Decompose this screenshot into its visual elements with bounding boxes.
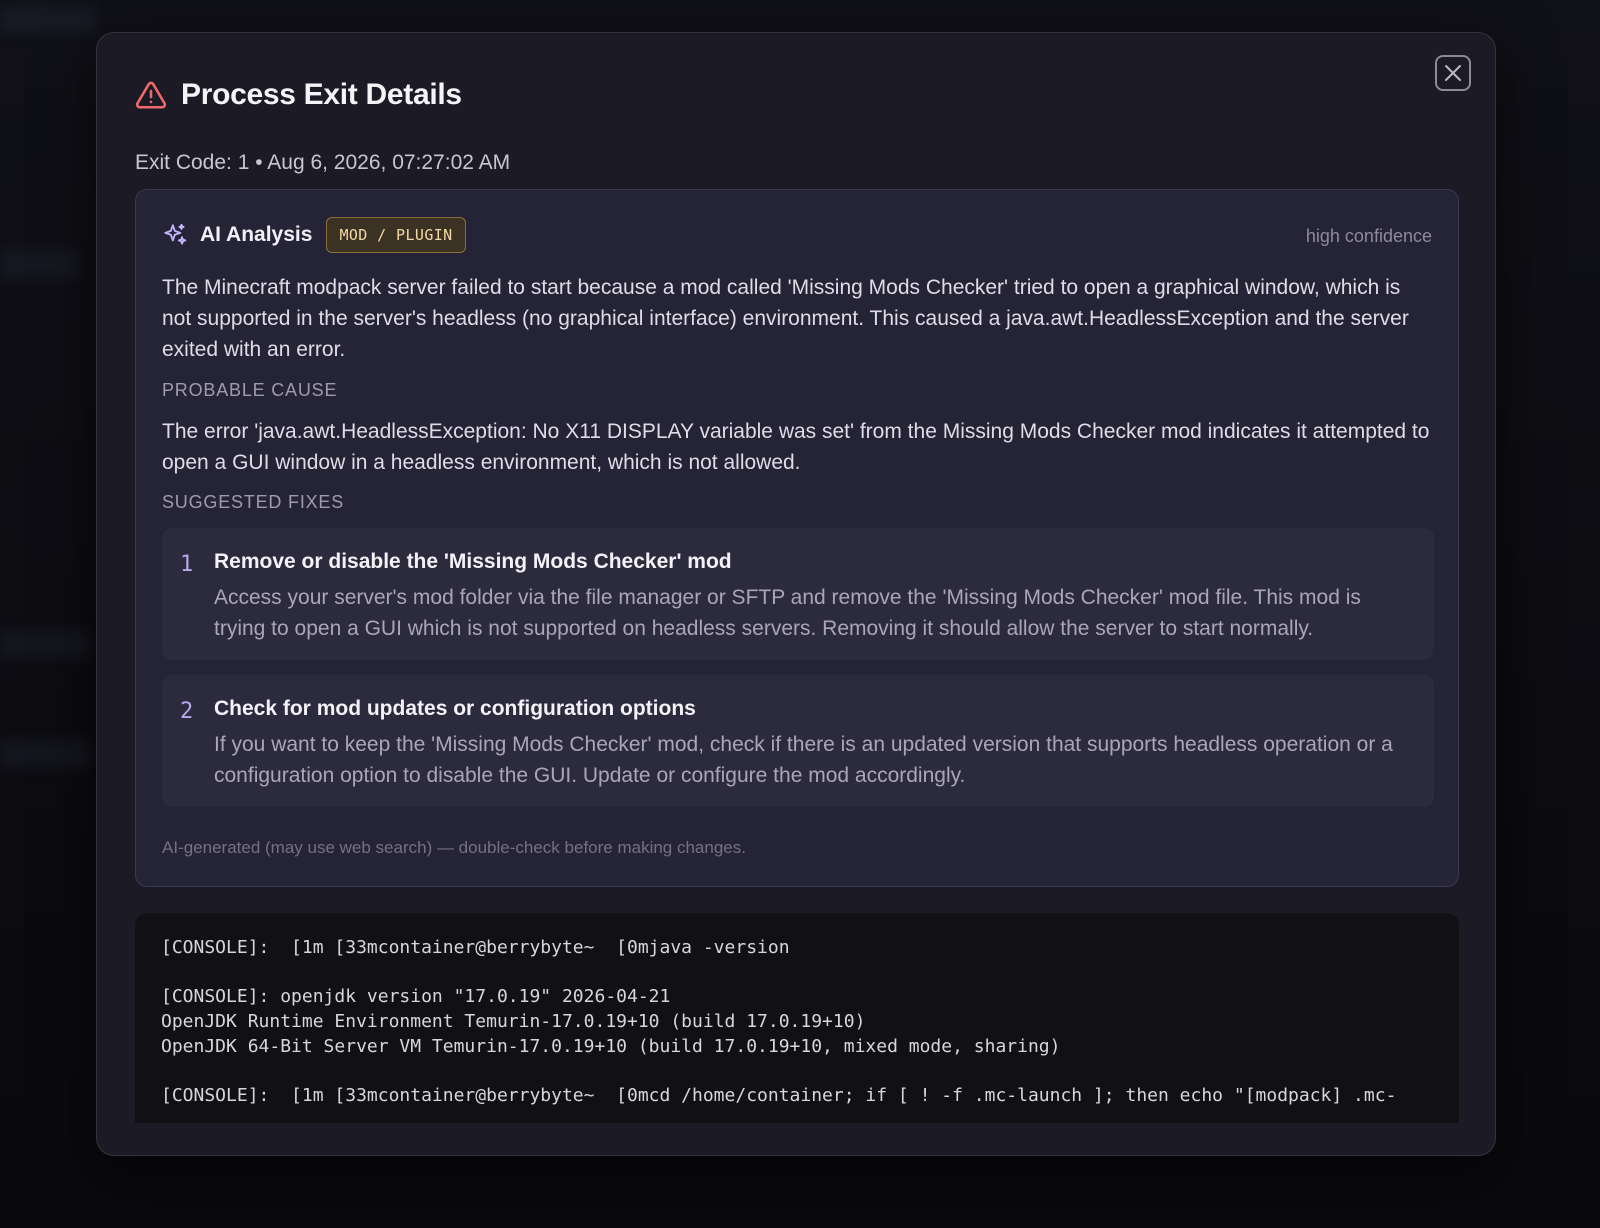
fix-number: 1 xyxy=(180,552,194,577)
probable-cause-label: PROBABLE CAUSE xyxy=(162,380,338,400)
fix-title: Check for mod updates or configuration o… xyxy=(214,697,696,720)
console-line: [CONSOLE]: [1m [33mcontainer@berrybyte~ … xyxy=(161,1085,1397,1106)
analysis-summary: The Minecraft modpack server failed to s… xyxy=(162,276,1409,361)
console-line: OpenJDK Runtime Environment Temurin-17.0… xyxy=(161,1011,866,1032)
ai-analysis-card: AI Analysis MOD / PLUGIN high confidence… xyxy=(135,189,1459,887)
ai-disclaimer: AI-generated (may use web search) — doub… xyxy=(162,838,746,857)
backdrop-blur xyxy=(0,6,96,34)
warning-triangle-icon xyxy=(135,81,167,109)
category-badge: MOD / PLUGIN xyxy=(326,217,466,253)
console-line: OpenJDK 64-Bit Server VM Temurin-17.0.19… xyxy=(161,1036,1061,1057)
fix-number: 2 xyxy=(180,699,194,724)
fix-title: Remove or disable the 'Missing Mods Chec… xyxy=(214,550,732,573)
confidence-label: high confidence xyxy=(1305,226,1432,246)
ai-analysis-header: AI Analysis MOD / PLUGIN xyxy=(162,216,466,254)
modal-header: Process Exit Details xyxy=(135,71,462,119)
close-icon xyxy=(1445,65,1461,81)
probable-cause-text: The error 'java.awt.HeadlessException: N… xyxy=(162,420,1430,474)
console-line: [CONSOLE]: [1m [33mcontainer@berrybyte~ … xyxy=(161,937,790,958)
console-output[interactable]: [CONSOLE]: [1m [33mcontainer@berrybyte~ … xyxy=(135,913,1459,1123)
modal-title: Process Exit Details xyxy=(181,78,462,111)
suggested-fix-item: 1 Remove or disable the 'Missing Mods Ch… xyxy=(162,528,1434,660)
console-line: [CONSOLE]: openjdk version "17.0.19" 202… xyxy=(161,986,671,1007)
suggested-fixes-label: SUGGESTED FIXES xyxy=(162,492,345,512)
backdrop-blur xyxy=(0,250,80,278)
backdrop-blur xyxy=(0,740,90,768)
backdrop-blur xyxy=(0,630,90,658)
ai-analysis-title: AI Analysis xyxy=(200,223,313,246)
sparkle-icon xyxy=(164,223,187,245)
fix-description: Access your server's mod folder via the … xyxy=(214,586,1361,640)
suggested-fix-item: 2 Check for mod updates or configuration… xyxy=(162,675,1434,807)
exit-code-timestamp: Exit Code: 1 • Aug 6, 2026, 07:27:02 AM xyxy=(135,151,511,174)
process-exit-modal: Process Exit Details Exit Code: 1 • Aug … xyxy=(96,32,1496,1156)
close-button[interactable] xyxy=(1435,55,1471,91)
fix-description: If you want to keep the 'Missing Mods Ch… xyxy=(214,733,1393,787)
